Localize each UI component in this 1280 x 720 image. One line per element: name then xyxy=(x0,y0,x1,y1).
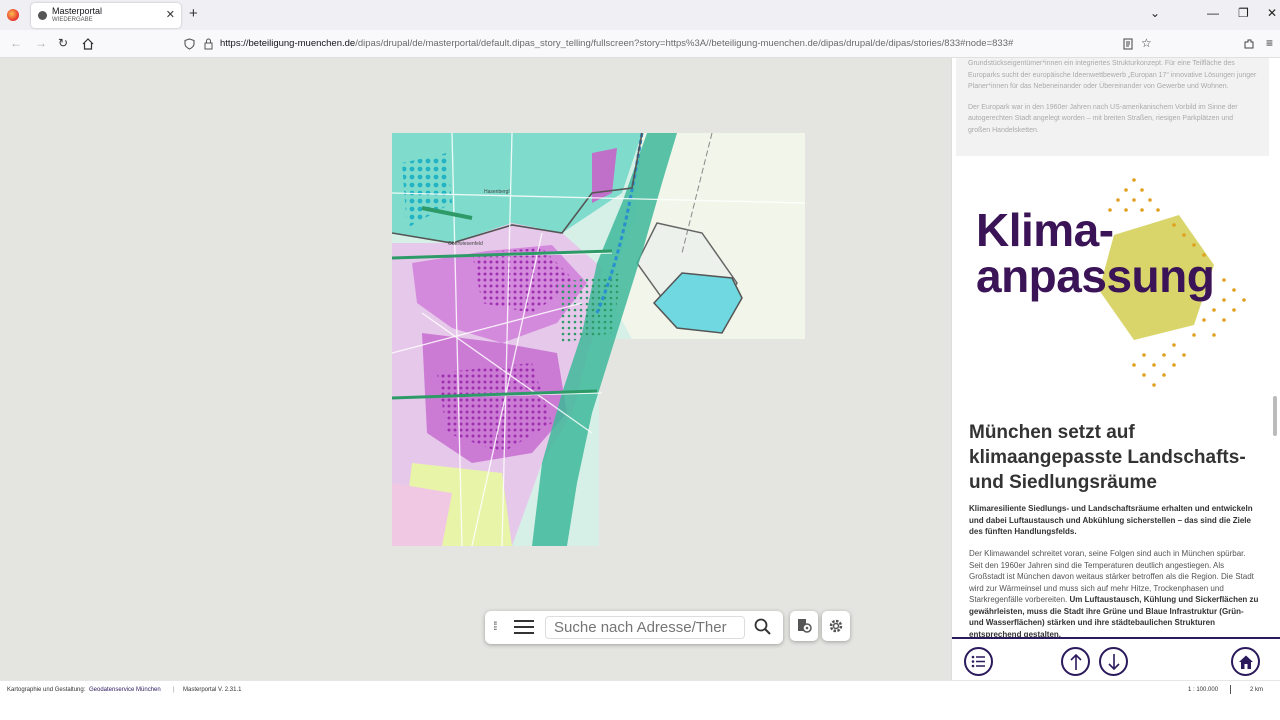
previous-paragraph-2: Der Europark war in den 1960er Jahren na… xyxy=(968,103,1238,134)
story-panel[interactable]: Grundstückseigentümer*innen ein integrie… xyxy=(951,58,1280,680)
story-chapter-card: Klima- anpassung München setzt auf klima… xyxy=(956,162,1269,640)
credit-label: Kartographie und Gestaltung: xyxy=(7,687,86,693)
app-menu-icon[interactable]: ≡ xyxy=(1266,36,1273,50)
browser-tab-bar: Masterportal WIEDERGABE ✕ + ⌄ — ❐ ✕ xyxy=(0,0,1280,30)
chapter-lead: Klimaresiliente Siedlungs- und Landschaf… xyxy=(969,504,1253,536)
forward-icon[interactable]: → xyxy=(35,36,47,50)
search-toolbar: ⁞⁞ xyxy=(485,611,783,644)
bookmark-star-icon[interactable]: ☆ xyxy=(1141,36,1152,50)
chapter-body: Der Klimawandel schreitet voran, seine F… xyxy=(969,548,1259,640)
graphic-line-1: Klima- xyxy=(976,204,1114,256)
next-chapter-button[interactable] xyxy=(1099,647,1128,676)
extensions-icon[interactable] xyxy=(1243,38,1255,50)
chapter-heading: München setzt auf klimaangepasste Landsc… xyxy=(969,422,1246,493)
address-search-input[interactable] xyxy=(545,616,745,639)
menu-icon[interactable] xyxy=(514,620,534,638)
map-label-hasenbergl: Hasenbergl xyxy=(484,189,510,195)
previous-story-card: Grundstückseigentümer*innen ein integrie… xyxy=(956,58,1269,156)
tab-subtitle: WIEDERGABE xyxy=(52,17,93,23)
url-path: /dipas/drupal/de/masterportal/default.di… xyxy=(355,38,1014,49)
new-tab-icon[interactable]: + xyxy=(189,5,198,22)
credit-link[interactable]: Geodatenservice München xyxy=(89,687,161,693)
browser-nav-bar: ← → ↻ https://beteiligung-muenchen.de/di… xyxy=(0,30,1280,58)
panel-scrollbar[interactable] xyxy=(1273,396,1277,436)
map-scale[interactable]: 1 : 100.000 xyxy=(1188,687,1218,693)
firefox-icon[interactable] xyxy=(7,9,19,21)
munich-climate-map[interactable]: Hasenbergl Oberwiesenfeld xyxy=(392,133,806,547)
back-icon[interactable]: ← xyxy=(10,36,22,50)
previous-chapter-button[interactable] xyxy=(1061,647,1090,676)
home-icon[interactable] xyxy=(82,38,94,50)
list-tabs-icon[interactable]: ⌄ xyxy=(1150,6,1160,20)
klimaanpassung-title-graphic: Klima- anpassung xyxy=(976,204,1215,302)
search-icon[interactable] xyxy=(753,617,773,637)
maximize-icon[interactable]: ❐ xyxy=(1238,6,1249,20)
close-tab-icon[interactable]: ✕ xyxy=(166,8,175,21)
url-bar[interactable]: https://beteiligung-muenchen.de/dipas/dr… xyxy=(220,38,1013,49)
arrow-up-icon xyxy=(1070,653,1082,670)
url-domain: https://beteiligung-muenchen.de xyxy=(220,38,356,49)
list-icon xyxy=(971,655,985,668)
gear-icon xyxy=(829,619,843,633)
tab-title: Masterportal xyxy=(52,6,103,16)
table-of-contents-button[interactable] xyxy=(964,647,993,676)
graphic-line-2: anpassung xyxy=(976,250,1215,302)
footer-divider: | xyxy=(173,687,175,693)
home-icon xyxy=(1239,655,1253,669)
close-window-icon[interactable]: ✕ xyxy=(1267,6,1277,20)
scale-bar-label: 2 km xyxy=(1250,687,1264,693)
lock-icon[interactable] xyxy=(204,38,213,50)
settings-button[interactable] xyxy=(822,611,850,641)
browser-tab[interactable]: Masterportal WIEDERGABE ✕ xyxy=(31,3,181,28)
previous-paragraph-1: Grundstückseigentümer*innen ein integrie… xyxy=(968,60,1257,90)
layer-settings-icon xyxy=(798,619,812,633)
masterportal-version: Masterportal V. 2.31.1 xyxy=(183,687,242,693)
home-story-button[interactable] xyxy=(1231,647,1260,676)
reader-view-icon[interactable] xyxy=(1123,38,1133,50)
drag-handle-icon[interactable]: ⁞⁞ xyxy=(493,619,497,633)
minimize-icon[interactable]: — xyxy=(1207,6,1219,20)
scale-bar-divider xyxy=(1230,685,1231,694)
reload-icon[interactable]: ↻ xyxy=(58,36,68,50)
shield-icon[interactable] xyxy=(184,38,195,50)
arrow-down-icon xyxy=(1108,654,1120,671)
masterportal-favicon-icon xyxy=(38,11,47,20)
map-label-oberwiesenfeld: Oberwiesenfeld xyxy=(448,241,483,247)
layer-tools-button[interactable] xyxy=(790,611,818,641)
map-viewport[interactable]: Hasenbergl Oberwiesenfeld ⁞⁞ xyxy=(0,58,951,680)
story-navigation xyxy=(952,637,1280,680)
map-footer: Kartographie und Gestaltung: Geodatenser… xyxy=(0,680,1280,700)
